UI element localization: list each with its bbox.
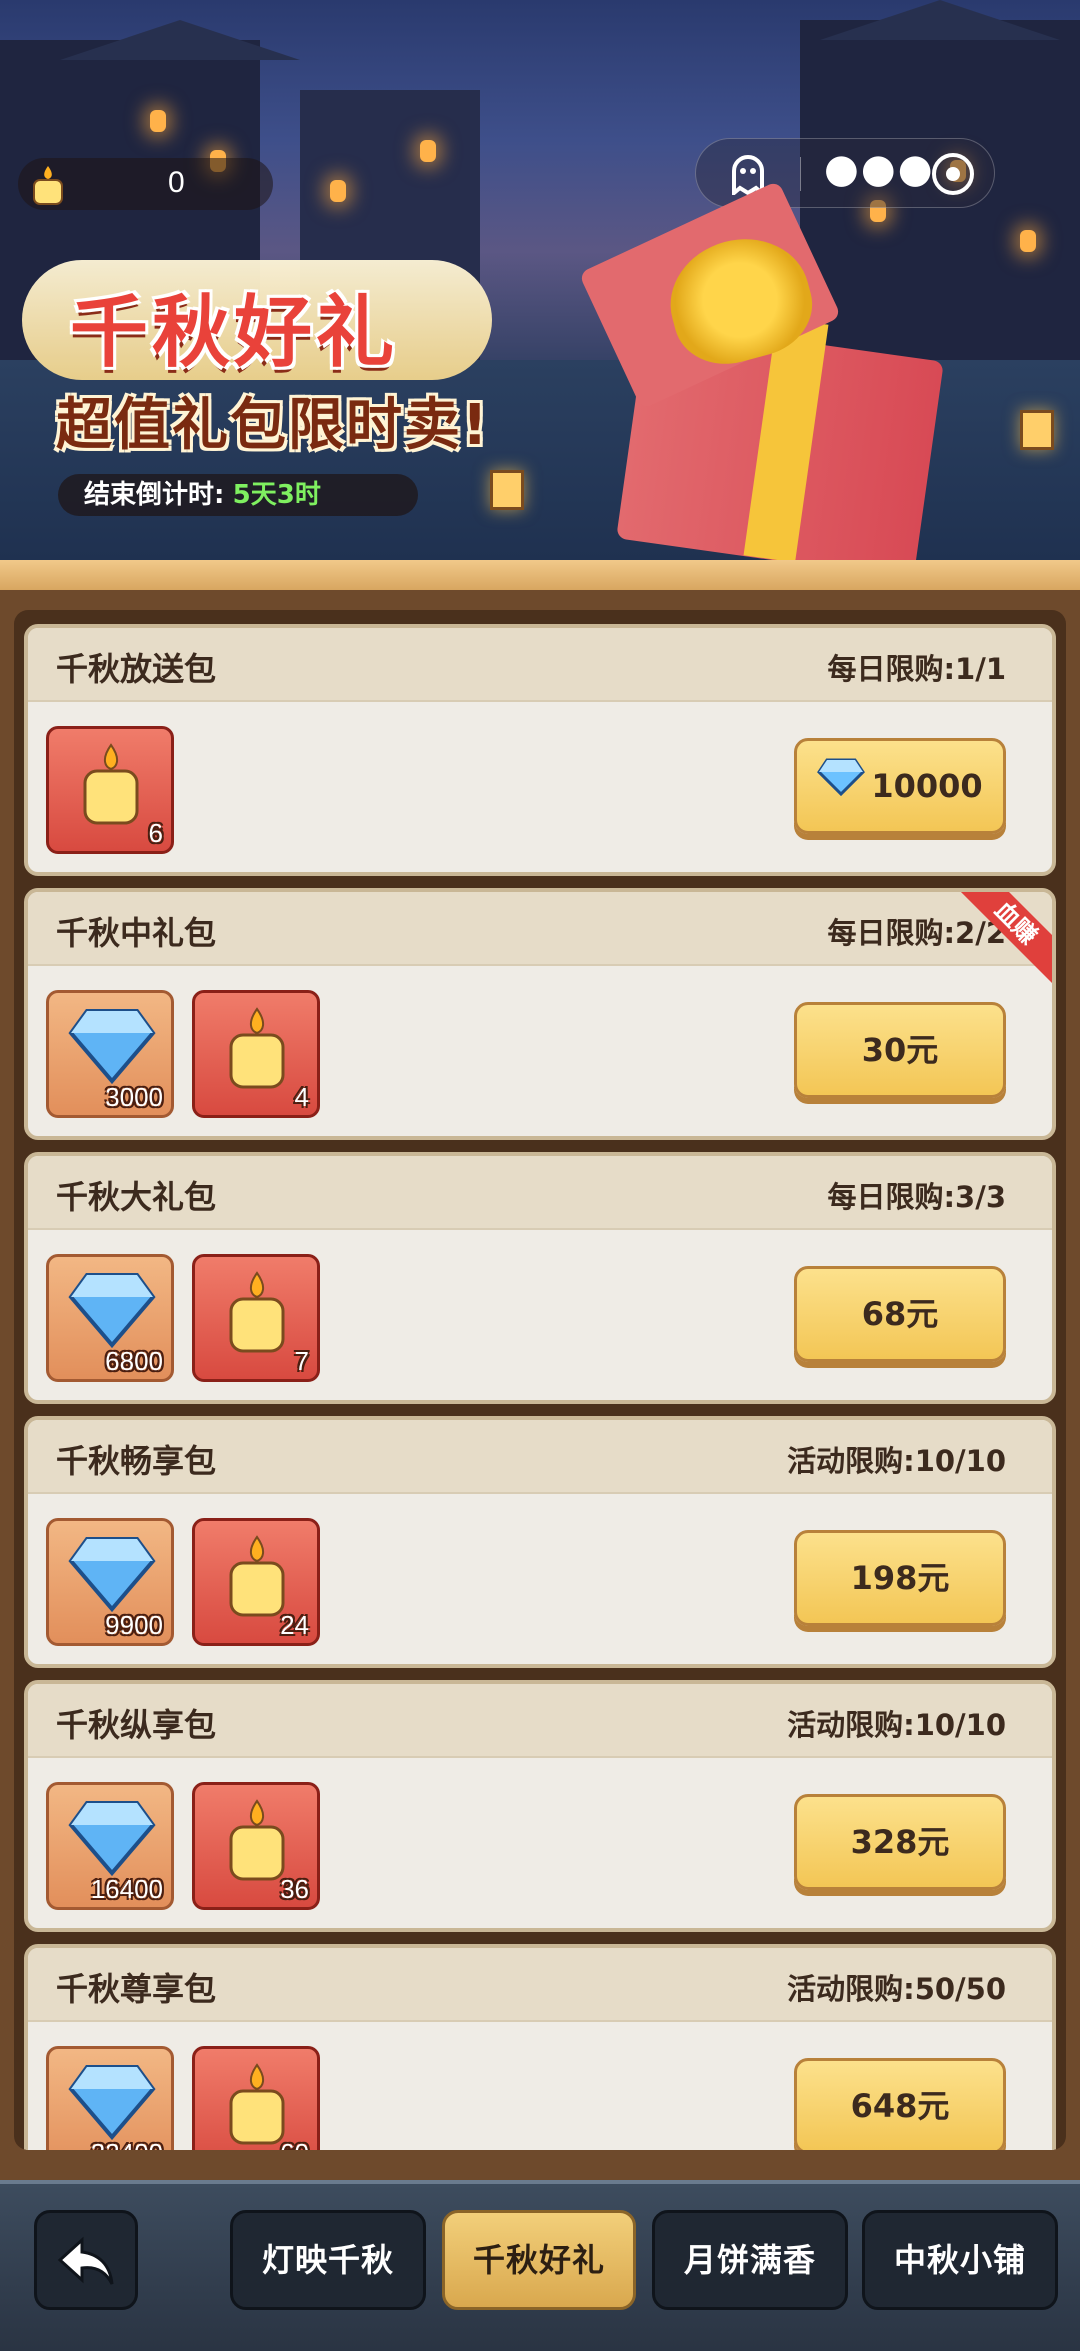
- item-quantity: 24: [280, 1610, 309, 1640]
- buy-button[interactable]: 10000: [794, 738, 1006, 834]
- reward-item-candle[interactable]: 36: [192, 1782, 320, 1910]
- target-icon[interactable]: [932, 153, 974, 195]
- purchase-limit: 活动限购:10/10: [787, 1708, 1006, 1742]
- purchase-limit: 活动限购:10/10: [787, 1444, 1006, 1478]
- candle-icon: [213, 1269, 301, 1363]
- buy-button[interactable]: 30元: [794, 1002, 1006, 1098]
- tab-zhong-qiu-xiao-pu[interactable]: 中秋小铺: [862, 2210, 1058, 2310]
- reward-item-candle[interactable]: 24: [192, 1518, 320, 1646]
- reward-item-gem[interactable]: 6800: [46, 1254, 174, 1382]
- item-quantity: 7: [294, 1346, 309, 1376]
- item-quantity: 4: [294, 1082, 309, 1112]
- buy-button[interactable]: 68元: [794, 1266, 1006, 1362]
- candle-icon: [213, 1005, 301, 1099]
- event-title: 千秋好礼: [70, 287, 399, 378]
- purchase-limit: 每日限购:2/2: [827, 916, 1006, 950]
- purchase-limit: 活动限购:50/50: [787, 1972, 1006, 2006]
- package-card: 千秋纵享包 活动限购:10/10 16400 36 328元: [24, 1680, 1056, 1932]
- item-quantity: 6800: [105, 1346, 163, 1376]
- candle-count: 0: [168, 166, 185, 199]
- candle-counter: 0: [18, 158, 273, 210]
- floating-lantern: [1020, 410, 1054, 450]
- purchase-limit: 每日限购:3/3: [827, 1180, 1006, 1214]
- roof: [60, 20, 300, 60]
- package-name: 千秋大礼包: [56, 1178, 217, 1216]
- package-card: 千秋放送包 每日限购:1/1 6 10000: [24, 624, 1056, 876]
- bottom-nav: 灯映千秋 千秋好礼 月饼满香 中秋小铺: [0, 2180, 1080, 2351]
- tab-yue-bing-man-xiang[interactable]: 月饼满香: [652, 2210, 848, 2310]
- roof: [820, 0, 1060, 40]
- reward-item-candle[interactable]: 7: [192, 1254, 320, 1382]
- lantern: [420, 140, 436, 162]
- package-name: 千秋纵享包: [56, 1706, 217, 1744]
- board-trim: [0, 560, 1080, 590]
- item-quantity: 60: [280, 2138, 309, 2150]
- buy-button[interactable]: 328元: [794, 1794, 1006, 1890]
- gem-icon: [67, 1797, 157, 1881]
- package-list[interactable]: 千秋放送包 每日限购:1/1 6 10000 千秋中礼包 每日限购:2/2 血赚…: [14, 610, 1066, 2150]
- gem-icon: [67, 1005, 157, 1089]
- floating-lantern: [490, 470, 524, 510]
- package-card: 千秋中礼包 每日限购:2/2 血赚 3000 4 30元: [24, 888, 1056, 1140]
- item-quantity: 16400: [90, 1874, 163, 1904]
- event-subtitle: 超值礼包限时卖!: [56, 393, 490, 458]
- gift-box-illustration: [578, 180, 950, 560]
- tab-qian-qiu-hao-li[interactable]: 千秋好礼: [442, 2210, 636, 2310]
- lantern: [150, 110, 166, 132]
- package-card: 千秋大礼包 每日限购:3/3 6800 7 68元: [24, 1152, 1056, 1404]
- item-quantity: 32400: [91, 2138, 163, 2150]
- purchase-limit: 每日限购:1/1: [827, 652, 1006, 686]
- back-button[interactable]: [34, 2210, 138, 2310]
- package-card: 千秋尊享包 活动限购:50/50 32400 60 648元: [24, 1944, 1056, 2150]
- buy-button[interactable]: 648元: [794, 2058, 1006, 2150]
- reward-item-candle[interactable]: 6: [46, 726, 174, 854]
- item-quantity: 36: [280, 1874, 309, 1904]
- reward-item-gem[interactable]: 32400: [46, 2046, 174, 2150]
- package-name: 千秋中礼包: [56, 914, 217, 952]
- item-quantity: 9900: [105, 1610, 163, 1640]
- reward-item-gem[interactable]: 16400: [46, 1782, 174, 1910]
- lantern: [1020, 230, 1036, 252]
- reward-item-gem[interactable]: 9900: [46, 1518, 174, 1646]
- item-quantity: 6: [148, 818, 163, 848]
- package-name: 千秋尊享包: [56, 1970, 217, 2008]
- item-quantity: 3000: [105, 1082, 163, 1112]
- package-name: 千秋放送包: [56, 650, 217, 688]
- buy-price: 10000: [871, 767, 983, 805]
- buy-button[interactable]: 198元: [794, 1530, 1006, 1626]
- back-arrow-icon: [56, 2236, 116, 2285]
- more-dots-icon[interactable]: ●●●: [824, 149, 935, 189]
- candle-icon: [26, 162, 70, 210]
- package-name: 千秋畅享包: [56, 1442, 217, 1480]
- tab-deng-ying-qian-qiu[interactable]: 灯映千秋: [230, 2210, 426, 2310]
- gem-icon: [67, 1269, 157, 1353]
- package-card: 千秋畅享包 活动限购:10/10 9900 24 198元: [24, 1416, 1056, 1668]
- gem-icon: [67, 2061, 157, 2145]
- countdown: 结束倒计时: 5天3时: [58, 474, 418, 516]
- countdown-label: 结束倒计时:: [84, 480, 225, 510]
- lantern: [330, 180, 346, 202]
- candle-icon: [67, 741, 155, 835]
- countdown-value: 5天3时: [232, 480, 321, 510]
- event-banner: 0 ●●● 千秋好礼 超值礼包限时卖! 结束倒计时: 5天3时: [0, 0, 1080, 560]
- reward-item-candle[interactable]: 4: [192, 990, 320, 1118]
- gem-icon: [67, 1533, 157, 1617]
- reward-item-candle[interactable]: 60: [192, 2046, 320, 2150]
- candle-icon: [213, 2061, 301, 2150]
- divider: [800, 157, 801, 191]
- gem-icon: [817, 740, 866, 830]
- reward-item-gem[interactable]: 3000: [46, 990, 174, 1118]
